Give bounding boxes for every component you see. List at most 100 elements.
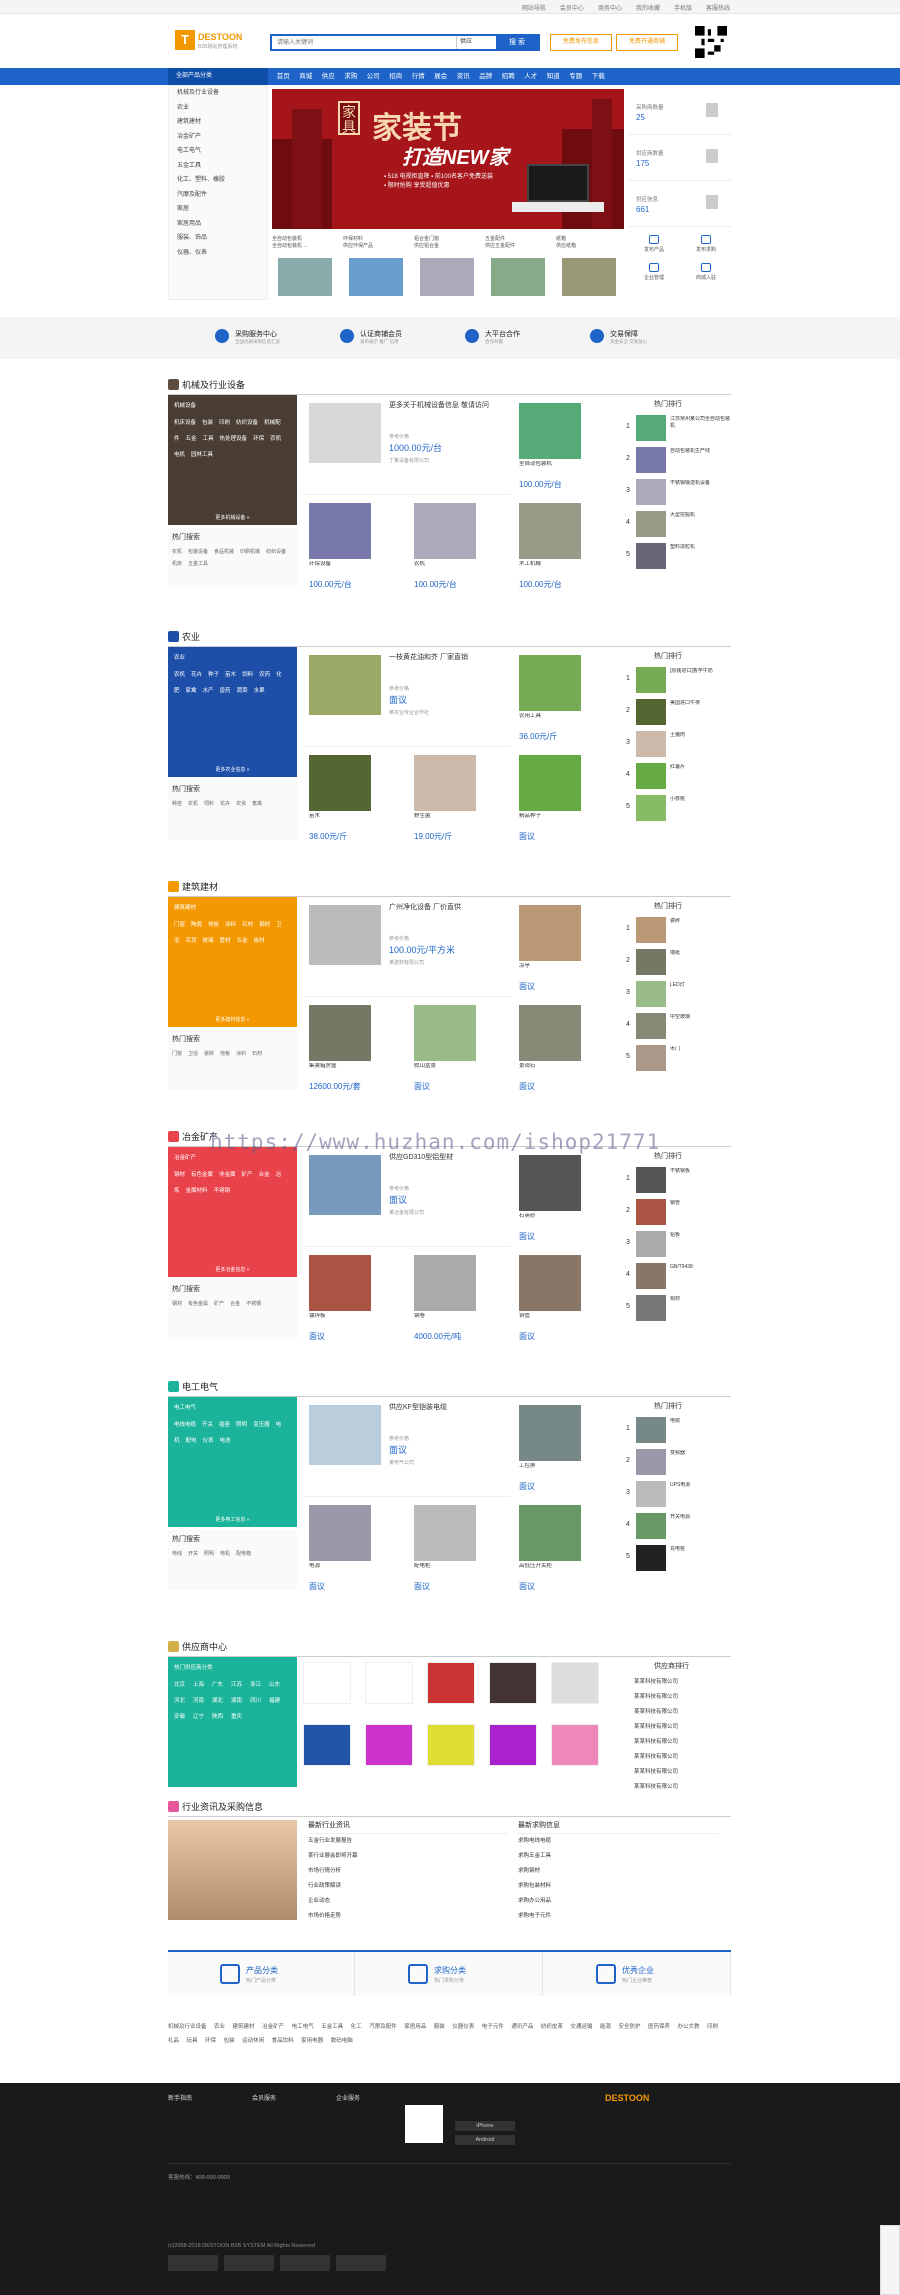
panel-link[interactable]: 门窗 (174, 922, 185, 928)
product-card[interactable]: 镀锌板 面议 (303, 1255, 405, 1355)
rank-item[interactable]: 4 中空玻璃 (624, 1011, 731, 1043)
search-input[interactable] (272, 36, 456, 49)
panel-link[interactable]: 水果 (254, 688, 265, 694)
news-photo[interactable] (168, 1820, 297, 1920)
category-tab[interactable]: 求购分类 热门求购分类 (356, 1952, 543, 1996)
nav-item[interactable]: 展会 (430, 68, 453, 85)
rank-item[interactable]: 4 红薯片 (624, 761, 731, 793)
panel-link[interactable]: 陶瓷 (191, 922, 202, 928)
panel-more-link[interactable]: 更多建材信息 » (168, 1016, 297, 1023)
rank-item[interactable]: 5 木门 (624, 1043, 731, 1075)
product-card[interactable]: 工控屏 面议 (513, 1405, 615, 1505)
product-card[interactable]: 高低压开关柜 面议 (513, 1505, 615, 1605)
supplier-rank-item[interactable]: 某某科技有限公司 (624, 1705, 731, 1720)
hot-tag[interactable]: 不锈钢 (246, 1301, 261, 1307)
tool-button[interactable]: 商城入驻 (680, 259, 732, 287)
panel-link[interactable]: 合金 (259, 1172, 270, 1178)
panel-link[interactable]: 石材 (242, 922, 253, 928)
hot-tag[interactable]: 涂料 (236, 1051, 246, 1057)
panel-link[interactable]: 水产 (203, 688, 214, 694)
city-link[interactable]: 四川 (250, 1698, 261, 1704)
hot-tag[interactable]: 钢材 (172, 1301, 182, 1307)
news-item[interactable]: 行业政策解读 (308, 1879, 508, 1894)
panel-more-link[interactable]: 更多农业信息 » (168, 766, 297, 773)
rank-item[interactable]: 1 [原装进口]香芋牛奶 (624, 665, 731, 697)
city-link[interactable]: 河北 (174, 1698, 185, 1704)
hot-tag[interactable]: 五金工具 (188, 561, 208, 567)
panel-link[interactable]: 电线电缆 (174, 1422, 196, 1428)
service-item[interactable]: 交易保障 资金安全 交易放心 (590, 329, 715, 349)
supplier-rank-item[interactable]: 某某科技有限公司 (624, 1690, 731, 1705)
rank-item[interactable]: 2 钢管 (624, 1197, 731, 1229)
sidebar-item[interactable]: 电工电气 (169, 144, 267, 159)
panel-link[interactable]: 兽药 (220, 688, 231, 694)
service-item[interactable]: 采购服务中心 全国优质采购信息汇总 (215, 329, 340, 349)
panel-link[interactable]: 种子 (208, 672, 219, 678)
featured-product[interactable]: 一枝黄花油和芥 厂家直销 参考价格 面议 某农业专业合作社 (303, 647, 511, 747)
panel-link[interactable]: 插座 (219, 1422, 230, 1428)
rank-item[interactable]: 1 江苏常州某公司全自动包装机 (624, 413, 731, 445)
city-link[interactable]: 湖北 (212, 1698, 223, 1704)
rank-item[interactable]: 1 不锈钢板 (624, 1165, 731, 1197)
sidebar-item[interactable]: 汽摩及配件 (169, 188, 267, 203)
hot-tag[interactable]: 电线 (172, 1551, 182, 1557)
product-card[interactable]: 石英砂 面议 (513, 1155, 615, 1255)
rank-item[interactable]: 1 瓷砖 (624, 915, 731, 947)
footer-col-1[interactable]: 新手指南 (168, 2093, 192, 2102)
panel-link[interactable]: 五金 (237, 938, 248, 944)
news-item[interactable]: 市场行情分析 (308, 1864, 508, 1879)
supplier-logo[interactable] (303, 1724, 351, 1766)
buy-item[interactable]: 求购电子元件 (518, 1909, 718, 1924)
nav-item[interactable]: 招商 (385, 68, 408, 85)
chat-widget[interactable] (880, 2225, 900, 2295)
product-card[interactable]: 景观石 面议 (513, 1005, 615, 1105)
supplier-rank-item[interactable]: 某某科技有限公司 (624, 1765, 731, 1780)
news-item[interactable]: 五金行业发展报告 (308, 1834, 508, 1849)
rank-item[interactable]: 2 自动包装机生产线 (624, 445, 731, 477)
rank-item[interactable]: 1 电缆 (624, 1415, 731, 1447)
city-link[interactable]: 上海 (193, 1682, 204, 1688)
panel-link[interactable]: 农机 (270, 436, 281, 442)
hot-tag[interactable]: 种苗 (172, 801, 182, 807)
supplier-logo[interactable] (489, 1724, 537, 1766)
panel-link[interactable]: 吊顶 (186, 938, 197, 944)
search-select[interactable]: 供应 (456, 36, 496, 49)
featured-product[interactable]: 广州净化设备 厂价直供 参考价格 100.00元/平方米 某建材有限公司 (303, 897, 511, 997)
panel-link[interactable]: 印刷 (219, 420, 230, 426)
panel-link[interactable]: 饲料 (242, 672, 253, 678)
top-link[interactable]: 网站导航 (522, 3, 546, 12)
sidebar-item[interactable]: 五金工具 (169, 159, 267, 174)
buy-item[interactable]: 求购包装材料 (518, 1879, 718, 1894)
hero-banner[interactable]: 家 具 家装节 打造NEW家 ▪ 518 电视柜直降 ▪ 前100名客户免费送装… (272, 89, 624, 229)
category-links[interactable]: 机械及行业设备 农业 建筑建材 冶金矿产 电工电气 五金工具 化工 汽摩及配件 … (168, 2020, 731, 2078)
panel-link[interactable]: 仪表 (203, 1438, 214, 1444)
panel-link[interactable]: 涂料 (225, 922, 236, 928)
supplier-rank-item[interactable]: 某某科技有限公司 (624, 1780, 731, 1795)
supplier-logo[interactable] (365, 1724, 413, 1766)
hot-tag[interactable]: 电机 (220, 1551, 230, 1557)
panel-link[interactable]: 农药 (259, 672, 270, 678)
buy-item[interactable]: 求购钢材 (518, 1864, 718, 1879)
hot-tag[interactable]: 花卉 (220, 801, 230, 807)
rank-item[interactable]: 3 土猪肉 (624, 729, 731, 761)
rank-item[interactable]: 5 塑料造粒机 (624, 541, 731, 573)
supplier-rank-item[interactable]: 某某科技有限公司 (624, 1720, 731, 1735)
nav-item[interactable]: 公司 (362, 68, 385, 85)
rank-item[interactable]: 3 UPS电源 (624, 1479, 731, 1511)
supplier-logo[interactable] (427, 1662, 475, 1704)
top-link[interactable]: 客服热线 (706, 3, 730, 12)
hot-tag[interactable]: 包装设备 (188, 549, 208, 555)
nav-item[interactable]: 求购 (340, 68, 363, 85)
site-logo[interactable]: T DESTOON B2B网站管理系统 (175, 30, 253, 54)
supplier-logo[interactable] (551, 1662, 599, 1704)
panel-link[interactable]: 配电 (186, 1438, 197, 1444)
city-link[interactable]: 山东 (269, 1682, 280, 1688)
hot-tag[interactable]: 照明 (204, 1551, 214, 1557)
panel-link[interactable]: 蔬菜 (237, 688, 248, 694)
hot-tag[interactable]: 配电箱 (236, 1551, 251, 1557)
supplier-logo[interactable] (551, 1724, 599, 1766)
panel-link[interactable]: 苗木 (225, 672, 236, 678)
panel-more-link[interactable]: 更多机械设备 » (168, 514, 297, 521)
panel-link[interactable]: 电池 (220, 1438, 231, 1444)
panel-link[interactable]: 钢材 (259, 922, 270, 928)
